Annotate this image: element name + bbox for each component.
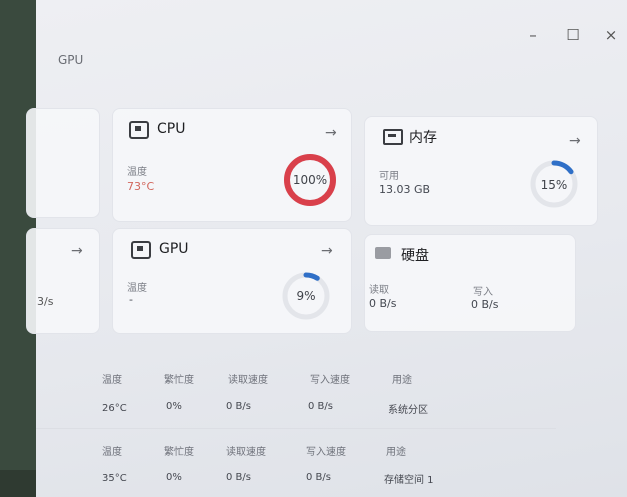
disk-usage: 存储空间 1 — [384, 475, 434, 486]
col-header-busy: 繁忙度 — [164, 447, 194, 458]
memory-card[interactable]: 内存 → 可用 13.03 GB 15% — [364, 116, 598, 226]
cpu-card[interactable]: CPU → 温度 73°C 100% — [112, 108, 352, 222]
close-button[interactable]: × — [602, 26, 620, 44]
col-header-usage: 用途 — [386, 447, 406, 458]
read-label: 读取 — [369, 285, 389, 296]
available-value: 13.03 GB — [379, 183, 431, 196]
title-bar: GPU – ☐ × — [36, 0, 627, 80]
col-header-write: 写入速度 — [306, 447, 346, 458]
col-header-write: 写入速度 — [310, 375, 350, 386]
temp-value: 73°C — [127, 180, 155, 193]
write-label: 写入 — [473, 287, 493, 298]
minimize-button[interactable]: – — [524, 26, 542, 44]
disk-write: 0 B/s — [306, 472, 331, 483]
left-partial-card-top[interactable] — [26, 108, 100, 218]
disk-read: 0 B/s — [226, 401, 251, 412]
arrow-right-icon[interactable]: → — [569, 133, 581, 149]
arrow-right-icon[interactable]: → — [71, 243, 83, 259]
left-partial-card-bottom[interactable]: → 3/s — [26, 228, 100, 334]
disk-usage: 系统分区 — [388, 405, 428, 416]
write-value: 0 B/s — [471, 298, 499, 311]
col-header-read: 读取速度 — [226, 447, 266, 458]
maximize-button[interactable]: ☐ — [564, 26, 582, 44]
col-header-temp: 温度 — [102, 447, 122, 458]
gpu-icon — [131, 241, 151, 259]
memory-title: 内存 — [409, 130, 437, 146]
arrow-right-icon[interactable]: → — [321, 243, 333, 259]
divider — [36, 428, 556, 429]
disk-icon — [375, 247, 391, 259]
read-value: 0 B/s — [369, 297, 397, 310]
memory-usage-percent: 15% — [540, 178, 568, 192]
temp-label: 温度 — [127, 167, 147, 178]
disk-title: 硬盘 — [401, 248, 429, 264]
disk-write: 0 B/s — [308, 401, 333, 412]
disk-temp: 26°C — [102, 403, 127, 414]
gpu-title: GPU — [159, 241, 189, 257]
breadcrumb[interactable]: GPU — [58, 53, 83, 67]
gpu-card[interactable]: GPU → 温度 - 9% — [112, 228, 352, 334]
desktop-background — [0, 470, 36, 497]
col-header-temp: 温度 — [102, 375, 122, 386]
system-monitor-window: GPU – ☐ × → 3/s CPU → 温度 73°C 100% 内存 → … — [26, 0, 627, 497]
disk-temp: 35°C — [102, 473, 127, 484]
speed-fragment: 3/s — [37, 295, 54, 308]
available-label: 可用 — [379, 171, 399, 182]
col-header-busy: 繁忙度 — [164, 375, 194, 386]
col-header-usage: 用途 — [392, 375, 412, 386]
disk-busy: 0% — [166, 472, 182, 483]
disk-card[interactable]: 硬盘 读取 0 B/s 写入 0 B/s — [364, 234, 576, 332]
cpu-icon — [129, 121, 149, 139]
col-header-read: 读取速度 — [228, 375, 268, 386]
gpu-usage-percent: 9% — [296, 289, 316, 303]
disk-read: 0 B/s — [226, 472, 251, 483]
temp-value: - — [129, 293, 133, 306]
arrow-right-icon[interactable]: → — [325, 125, 337, 141]
cpu-title: CPU — [157, 121, 186, 137]
memory-icon — [383, 129, 403, 145]
temp-label: 温度 — [127, 283, 147, 294]
disk-busy: 0% — [166, 401, 182, 412]
cpu-usage-percent: 100% — [292, 173, 328, 187]
